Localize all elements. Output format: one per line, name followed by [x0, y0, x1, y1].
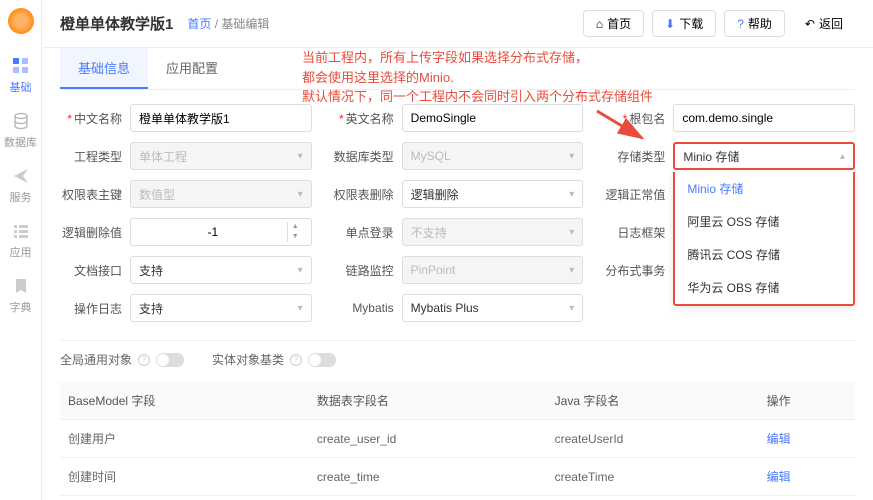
help-icon: ?	[737, 17, 744, 31]
chevron-down-icon: ▾	[569, 227, 574, 238]
mybatis-select[interactable]: Mybatis Plus▾	[402, 294, 584, 322]
sidebar-item-database[interactable]: 数据库	[0, 103, 42, 158]
entity-toggle-label: 实体对象基类	[212, 351, 284, 368]
del-mode-select[interactable]: 逻辑删除▾	[402, 180, 584, 208]
table-row: 创建时间create_timecreateTime编辑	[60, 458, 855, 496]
sidebar-item-app[interactable]: 应用	[0, 213, 42, 268]
chevron-down-icon: ▾	[298, 303, 303, 314]
chevron-down-icon: ▾	[298, 151, 303, 162]
pkg-input[interactable]	[673, 104, 855, 132]
tab-app[interactable]: 应用配置	[148, 48, 236, 89]
pk-select[interactable]: 数值型▾	[130, 180, 312, 208]
entity-toggle[interactable]	[308, 353, 336, 367]
link-mon-label: 链路监控	[332, 262, 394, 279]
single-login-label: 单点登录	[332, 224, 394, 241]
back-icon: ↶	[805, 17, 815, 31]
del-mode-label: 权限表删除	[332, 186, 394, 203]
tab-basic[interactable]: 基础信息	[60, 48, 148, 89]
proj-type-label: 工程类型	[60, 148, 122, 165]
home-button[interactable]: ⌂首页	[583, 10, 644, 37]
back-button[interactable]: ↶返回	[793, 10, 855, 37]
chevron-down-icon: ▾	[298, 189, 303, 200]
dropdown-option[interactable]: 阿里云 OSS 存储	[675, 205, 853, 238]
col-javafield: Java 字段名	[547, 382, 759, 420]
info-icon: ?	[138, 354, 150, 366]
col-dbfield: 数据表字段名	[309, 382, 547, 420]
db-type-select[interactable]: MySQL▾	[402, 142, 584, 170]
chevron-down-icon: ▾	[569, 265, 574, 276]
global-toggle-label: 全局通用对象	[60, 351, 132, 368]
dropdown-option[interactable]: 腾讯云 COS 存储	[675, 238, 853, 271]
step-down-icon[interactable]: ▼	[288, 232, 303, 242]
edit-link[interactable]: 编辑	[759, 420, 855, 458]
breadcrumb-home[interactable]: 首页	[187, 17, 211, 31]
dist-tx-label: 分布式事务	[603, 262, 665, 279]
info-icon: ?	[290, 354, 302, 366]
proj-type-select[interactable]: 单体工程▾	[130, 142, 312, 170]
header: 橙单单体教学版1 首页 / 基础编辑 ⌂首页 ⬇下载 ?帮助 ↶返回	[42, 0, 873, 48]
fields-table: BaseModel 字段 数据表字段名 Java 字段名 操作 创建用户crea…	[60, 382, 855, 500]
chevron-down-icon: ▾	[569, 189, 574, 200]
single-login-select[interactable]: 不支持▾	[402, 218, 584, 246]
cn-name-input[interactable]	[130, 104, 312, 132]
sidebar-item-basic[interactable]: 基础	[0, 48, 42, 103]
op-log-select[interactable]: 支持▾	[130, 294, 312, 322]
breadcrumb: 首页 / 基础编辑	[187, 15, 269, 32]
db-type-label: 数据库类型	[332, 148, 394, 165]
sidebar: 基础 数据库 服务 应用 字典	[0, 0, 42, 500]
bookmark-icon	[11, 276, 31, 296]
storage-select[interactable]: Minio 存储▴	[673, 142, 855, 170]
chevron-down-icon: ▾	[569, 151, 574, 162]
step-up-icon[interactable]: ▲	[288, 222, 303, 232]
mybatis-label: Mybatis	[332, 301, 394, 315]
home-icon: ⌂	[596, 17, 603, 31]
doc-api-select[interactable]: 支持▾	[130, 256, 312, 284]
table-row: 创建用户create_user_idcreateUserId编辑	[60, 420, 855, 458]
logic-del-input[interactable]: ▲▼	[130, 218, 312, 246]
dropdown-option[interactable]: 华为云 OBS 存储	[675, 271, 853, 304]
chevron-down-icon: ▾	[569, 303, 574, 314]
cn-name-label: 中文名称	[60, 110, 122, 127]
list-icon	[11, 221, 31, 241]
dropdown-option[interactable]: Minio 存储	[675, 172, 853, 205]
en-name-input[interactable]	[402, 104, 584, 132]
col-op: 操作	[759, 382, 855, 420]
download-icon: ⬇	[665, 17, 675, 31]
database-icon	[11, 111, 31, 131]
col-basemodel: BaseModel 字段	[60, 382, 309, 420]
storage-label: 存储类型	[603, 148, 665, 165]
logic-del-label: 逻辑删除值	[60, 224, 122, 241]
chevron-down-icon: ▾	[298, 265, 303, 276]
sidebar-item-dict[interactable]: 字典	[0, 268, 42, 323]
page-title: 橙单单体教学版1	[60, 13, 173, 34]
sidebar-item-service[interactable]: 服务	[0, 158, 42, 213]
global-toggle[interactable]	[156, 353, 184, 367]
logic-norm-label: 逻辑正常值	[603, 186, 665, 203]
chevron-up-icon: ▴	[840, 151, 845, 162]
op-log-label: 操作日志	[60, 300, 122, 317]
storage-dropdown: Minio 存储 阿里云 OSS 存储 腾讯云 COS 存储 华为云 OBS 存…	[673, 172, 855, 306]
tabs: 基础信息 应用配置	[60, 48, 855, 90]
table-row: 更新用户update_user_idupdateUserId编辑	[60, 496, 855, 500]
edit-link[interactable]: 编辑	[759, 496, 855, 500]
download-button[interactable]: ⬇下载	[652, 10, 716, 37]
en-name-label: 英文名称	[332, 110, 394, 127]
pk-label: 权限表主键	[60, 186, 122, 203]
doc-api-label: 文档接口	[60, 262, 122, 279]
log-frame-label: 日志框架	[603, 224, 665, 241]
logo-icon	[8, 8, 34, 34]
grid-icon	[11, 56, 31, 76]
pkg-label: 根包名	[603, 110, 665, 127]
send-icon	[11, 166, 31, 186]
help-button[interactable]: ?帮助	[724, 10, 785, 37]
link-mon-select[interactable]: PinPoint▾	[402, 256, 584, 284]
edit-link[interactable]: 编辑	[759, 458, 855, 496]
